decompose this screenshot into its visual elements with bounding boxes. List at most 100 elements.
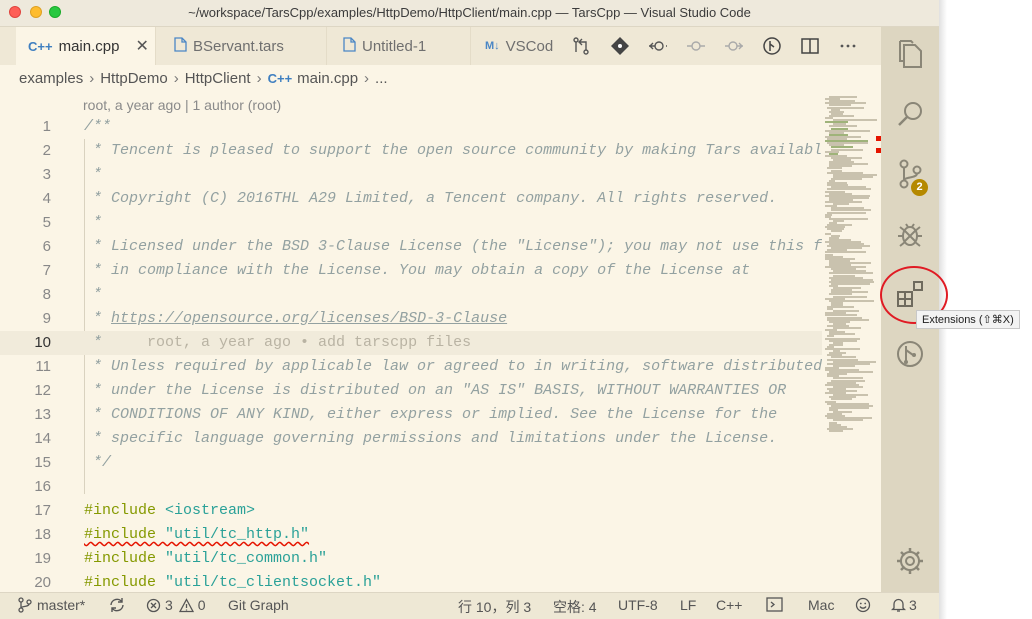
warning-icon	[178, 597, 194, 612]
code-line: 13 * CONDITIONS OF ANY KIND, either expr…	[34, 406, 778, 423]
editor-actions	[560, 27, 881, 65]
tab-untitled-1[interactable]: Untitled-1	[327, 27, 471, 65]
code-line: 17 #include <iostream>	[34, 502, 256, 519]
code-line: 1/**	[42, 118, 112, 135]
notifications-button[interactable]: 3	[891, 597, 917, 613]
minimap[interactable]	[822, 90, 882, 590]
code-line: 16	[34, 478, 51, 495]
window-title: ~/workspace/TarsCpp/examples/HttpDemo/Ht…	[188, 5, 751, 20]
minimap-line	[829, 429, 843, 432]
code-line: 2 * Tencent is pleased to support the op…	[42, 142, 822, 159]
code-line: 15 */	[34, 454, 112, 471]
search-icon	[898, 102, 922, 126]
terminal-button[interactable]	[766, 597, 783, 612]
code-line-current: 10 * root, a year ago • add tarscpp file…	[0, 331, 822, 355]
explorer-button[interactable]	[881, 29, 939, 79]
code-line: 11 * Unless required by applicable law o…	[35, 358, 822, 375]
scm-badge: 2	[911, 179, 928, 196]
minimap-line	[833, 327, 861, 329]
code-line: 3 *	[42, 166, 103, 183]
more-actions-icon[interactable]	[838, 36, 858, 56]
license-link[interactable]: https://opensource.org/licenses/BSD-3-Cl…	[111, 310, 507, 327]
error-icon	[146, 598, 161, 612]
tab-bservant-tars[interactable]: BServant.tars	[156, 27, 327, 65]
branch-icon	[18, 597, 32, 613]
title-bar: ~/workspace/TarsCpp/examples/HttpDemo/Ht…	[0, 0, 939, 27]
next-change-icon[interactable]	[724, 36, 744, 56]
code-line: 19 #include "util/tc_common.h"	[34, 550, 328, 567]
code-line: 20 #include "util/tc_clientsocket.h"	[34, 574, 382, 590]
error-squiggle: #include "util/tc_http.h"	[84, 526, 310, 543]
cpp-file-icon: C++	[28, 38, 53, 54]
markdown-icon: M↓	[485, 40, 500, 52]
branch-status[interactable]: master*	[18, 597, 85, 613]
breadcrumb-item[interactable]: HttpClient	[185, 70, 251, 87]
file-icon	[174, 37, 187, 55]
close-icon[interactable]: ✕	[135, 36, 148, 56]
tab-main-cpp[interactable]: C++ main.cpp ✕	[16, 27, 156, 65]
codelens-blame[interactable]: root, a year ago | 1 author (root)	[83, 97, 281, 113]
git-graph-icon	[897, 341, 923, 367]
open-changes-icon[interactable]	[571, 36, 591, 56]
code-line: 9 * https://opensource.org/licenses/BSD-…	[42, 310, 508, 327]
tab-vscode-md[interactable]: M↓ VSCod	[471, 27, 560, 65]
source-control-button[interactable]: 2	[881, 149, 939, 199]
tab-label: VSCod	[505, 37, 554, 55]
eol-status[interactable]: LF	[680, 597, 696, 613]
code-line: 14 * specific language governing permiss…	[34, 430, 778, 447]
debug-button[interactable]	[881, 209, 939, 259]
previous-change-icon[interactable]	[648, 36, 668, 56]
chevron-right-icon: ›	[256, 70, 262, 87]
split-editor-icon[interactable]	[800, 36, 820, 56]
code-line: 12 * under the License is distributed on…	[34, 382, 787, 399]
language-status[interactable]: C++	[716, 597, 742, 613]
breadcrumb-item[interactable]: ...	[375, 70, 388, 87]
cursor-position[interactable]: 行 10，列 3	[458, 597, 531, 617]
git-lens-icon[interactable]	[762, 36, 782, 56]
minimap-line	[833, 419, 863, 422]
chevron-right-icon: ›	[89, 70, 95, 87]
extensions-tooltip: Extensions (⇧⌘X)	[916, 310, 1020, 329]
status-bar: master* 3 0 Git Graph 行 10，列 3 空格: 4 UTF…	[0, 592, 939, 619]
breadcrumb-item[interactable]: main.cpp	[297, 70, 358, 87]
indentation-status[interactable]: 空格: 4	[553, 597, 597, 617]
tab-label: Untitled-1	[362, 37, 427, 55]
commit-icon[interactable]	[686, 36, 706, 56]
git-graph-status[interactable]: Git Graph	[228, 597, 289, 613]
terminal-icon	[766, 597, 783, 612]
code-line: 18 #include "util/tc_http.h"	[0, 523, 822, 547]
files-icon	[899, 40, 922, 68]
feedback-button[interactable]	[855, 597, 871, 613]
git-graph-button[interactable]	[881, 329, 939, 379]
minimap-line	[825, 117, 833, 119]
tab-label: BServant.tars	[193, 37, 284, 55]
search-button[interactable]	[881, 89, 939, 139]
breadcrumb-item[interactable]: examples	[19, 70, 83, 87]
gear-icon	[897, 548, 923, 574]
code-line: 8 *	[42, 286, 103, 303]
sync-button[interactable]	[108, 597, 126, 613]
minimap-line	[825, 348, 860, 350]
code-line: 5 *	[42, 214, 103, 231]
minimap-line	[831, 177, 862, 180]
vscode-window: ~/workspace/TarsCpp/examples/HttpDemo/Ht…	[0, 0, 939, 619]
minimap-line	[827, 211, 866, 214]
inline-blame: root, a year ago • add tarscpp files	[102, 334, 472, 351]
bell-icon	[891, 598, 906, 612]
manage-button[interactable]	[881, 536, 939, 586]
breadcrumb-item[interactable]: HttpDemo	[100, 70, 168, 87]
smiley-icon	[855, 597, 871, 613]
code-line: 4 * Copyright (C) 2016THL A29 Limited, a…	[42, 190, 778, 207]
encoding-status[interactable]: UTF-8	[618, 597, 658, 613]
platform-status[interactable]: Mac	[808, 597, 834, 613]
chevron-right-icon: ›	[173, 70, 179, 87]
debug-icon	[898, 223, 922, 247]
sync-icon	[110, 598, 124, 612]
chevron-right-icon: ›	[364, 70, 370, 87]
file-icon	[343, 37, 356, 55]
minimap-line	[831, 230, 842, 233]
git-diamond-icon[interactable]	[610, 36, 630, 56]
problems-status[interactable]: 3 0	[146, 597, 206, 613]
code-editor[interactable]: 1/** 2 * Tencent is pleased to support t…	[0, 115, 822, 590]
code-line: 7 * in compliance with the License. You …	[42, 262, 751, 279]
